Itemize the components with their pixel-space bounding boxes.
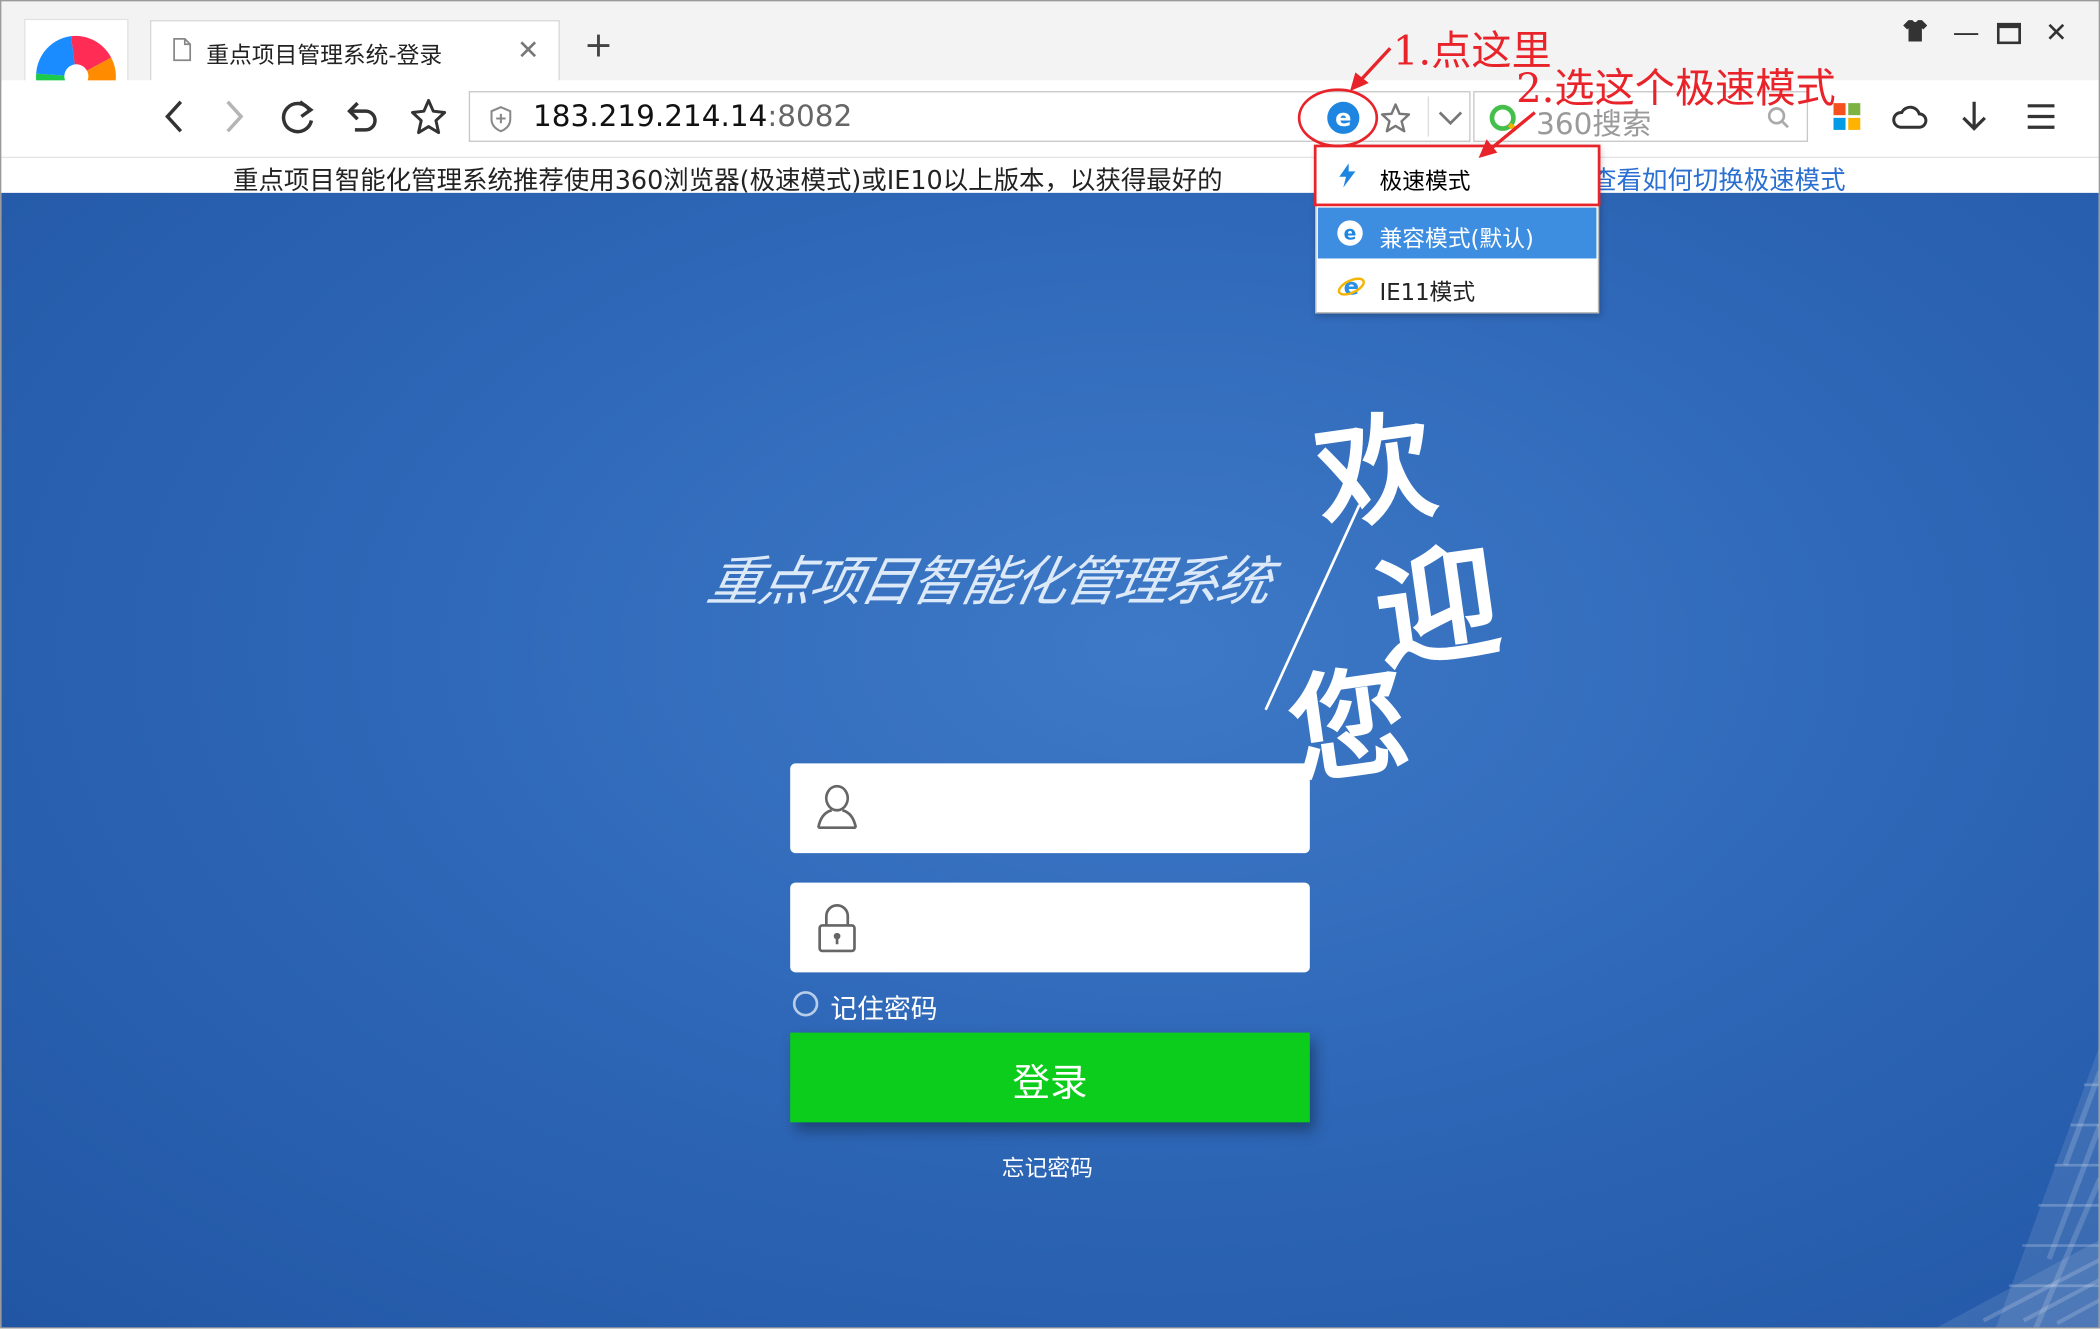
apps-icon[interactable] [1832,102,1861,131]
undo-icon[interactable] [344,99,382,137]
browser-tab[interactable]: 重点项目管理系统-登录 ✕ [150,20,560,81]
browser-window: 重点项目管理系统-登录 ✕ + — ✕ 183.219.214.14:8082 … [0,0,2100,1329]
security-shield-icon [490,106,512,133]
username-input[interactable] [881,779,1289,839]
login-button[interactable]: 登录 [790,1032,1310,1123]
history-dropdown-icon[interactable] [1437,110,1464,126]
back-icon[interactable] [162,99,186,134]
menu-item-label: 极速模式 [1379,168,1471,196]
menu-item-speed-mode[interactable]: 极速模式 [1318,150,1597,201]
tab-title: 重点项目管理系统-登录 [206,42,443,70]
building-graphic-right [1995,1044,2100,1329]
username-field[interactable] [790,763,1310,854]
user-icon [816,784,858,830]
notice-help-link[interactable]: 查看如何切换极速模式 [1591,161,1845,197]
url-divider [1427,96,1430,137]
svg-text:e: e [1344,224,1357,245]
remember-password-label: 记住密码 [830,992,938,1025]
forward-icon[interactable] [222,99,246,134]
ie-icon: e [1337,275,1365,300]
new-tab-button[interactable]: + [584,28,613,63]
skin-icon[interactable] [1902,19,1929,43]
lock-icon [818,904,856,953]
refresh-icon[interactable] [279,99,317,137]
favorite-star-icon[interactable] [1379,102,1411,134]
browser-mode-menu: 极速模式 e 兼容模式(默认) e IE11模式 [1315,144,1600,314]
menu-item-compat-mode[interactable]: e 兼容模式(默认) [1317,207,1597,259]
lightning-icon [1339,163,1356,188]
cloud-icon[interactable] [1891,102,1929,131]
notice-text: 重点项目智能化管理系统推荐使用360浏览器(极速模式)或IE10以上版本，以获得… [233,166,1223,196]
login-button-label: 登录 [1012,1062,1088,1104]
bookmark-star-icon[interactable] [410,98,448,136]
menu-item-label: 兼容模式(默认) [1379,226,1534,254]
annotation-step-2: 2.选这个极速模式 [1516,65,1836,113]
password-input[interactable] [881,898,1289,958]
page-icon [173,37,192,62]
address-bar[interactable]: 183.219.214.14:8082 [468,91,1471,142]
download-icon[interactable] [1961,99,1988,134]
system-headline: 重点项目智能化管理系统 [702,551,1276,614]
menu-item-ie11-mode[interactable]: e IE11模式 [1318,261,1597,312]
menu-item-label: IE11模式 [1379,279,1476,307]
remember-password-radio[interactable] [792,991,819,1017]
minimize-button[interactable]: — [1953,16,1980,48]
tab-close-icon[interactable]: ✕ [517,33,539,65]
forgot-password-link[interactable]: 忘记密码 [1002,1149,1093,1183]
close-window-button[interactable]: ✕ [2045,16,2067,48]
svg-text:e: e [1335,104,1351,132]
compat-mode-ie-icon[interactable]: e [1326,100,1361,135]
maximize-button[interactable] [1996,22,2022,45]
url-text: 183.219.214.14:8082 [533,100,853,134]
password-field[interactable] [790,882,1310,973]
browser-notice-bar: 重点项目智能化管理系统推荐使用360浏览器(极速模式)或IE10以上版本，以获得… [0,156,2100,196]
menu-icon[interactable] [2025,102,2057,131]
ie-e-icon: e [1337,220,1363,246]
